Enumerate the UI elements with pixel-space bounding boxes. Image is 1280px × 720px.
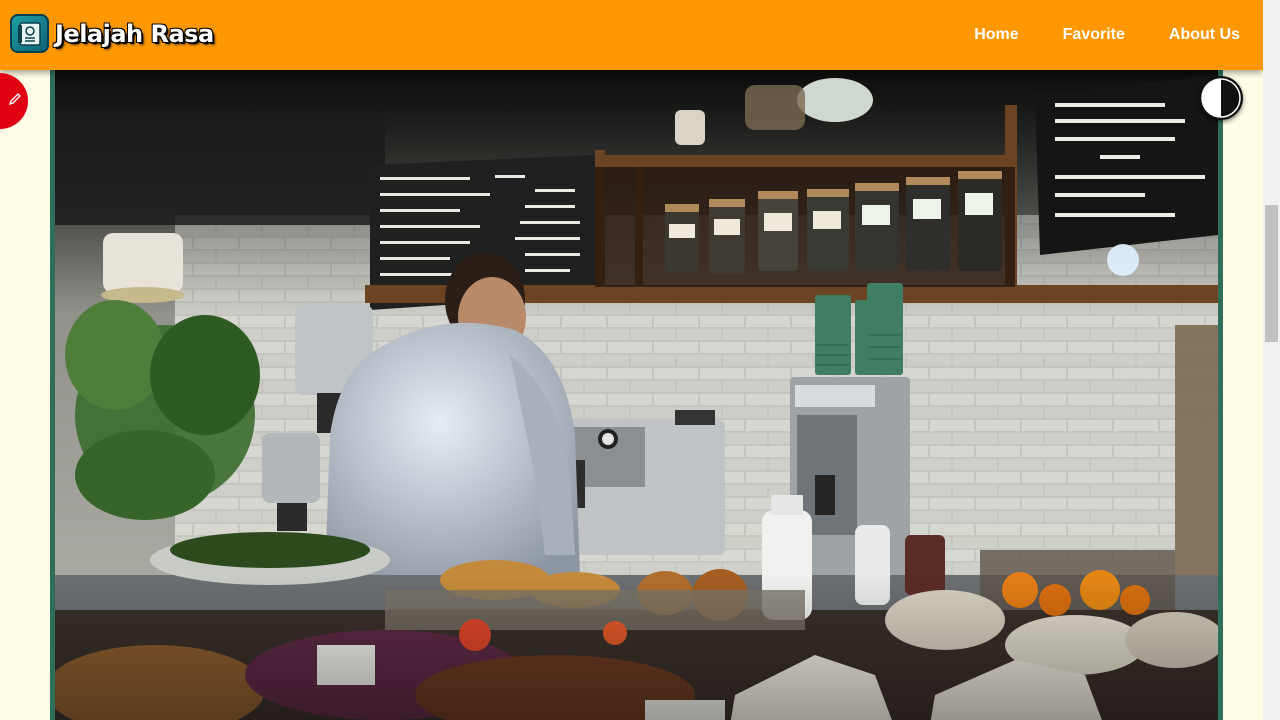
brand-title: Jelajah Rasa xyxy=(55,19,214,48)
nav-home-link[interactable]: Home xyxy=(952,0,1040,70)
menu-book-icon xyxy=(10,14,49,53)
hero-image xyxy=(55,55,1218,720)
floating-edit-button[interactable] xyxy=(0,73,28,129)
nav-about-link[interactable]: About Us xyxy=(1147,0,1263,70)
pencil-icon xyxy=(8,92,22,111)
brand-link[interactable]: Jelajah Rasa xyxy=(10,14,214,53)
navbar: Jelajah Rasa Home Favorite About Us xyxy=(0,0,1263,70)
scrollbar-thumb[interactable] xyxy=(1265,205,1278,342)
nav-favorite-link[interactable]: Favorite xyxy=(1041,0,1147,70)
page: Jelajah Rasa Home Favorite About Us xyxy=(0,0,1280,720)
contrast-icon xyxy=(1200,77,1242,119)
nav-links: Home Favorite About Us xyxy=(952,0,1263,70)
page-scrollbar[interactable] xyxy=(1263,0,1280,720)
theme-toggle-button[interactable] xyxy=(1199,76,1243,120)
hero-frame xyxy=(50,55,1223,720)
